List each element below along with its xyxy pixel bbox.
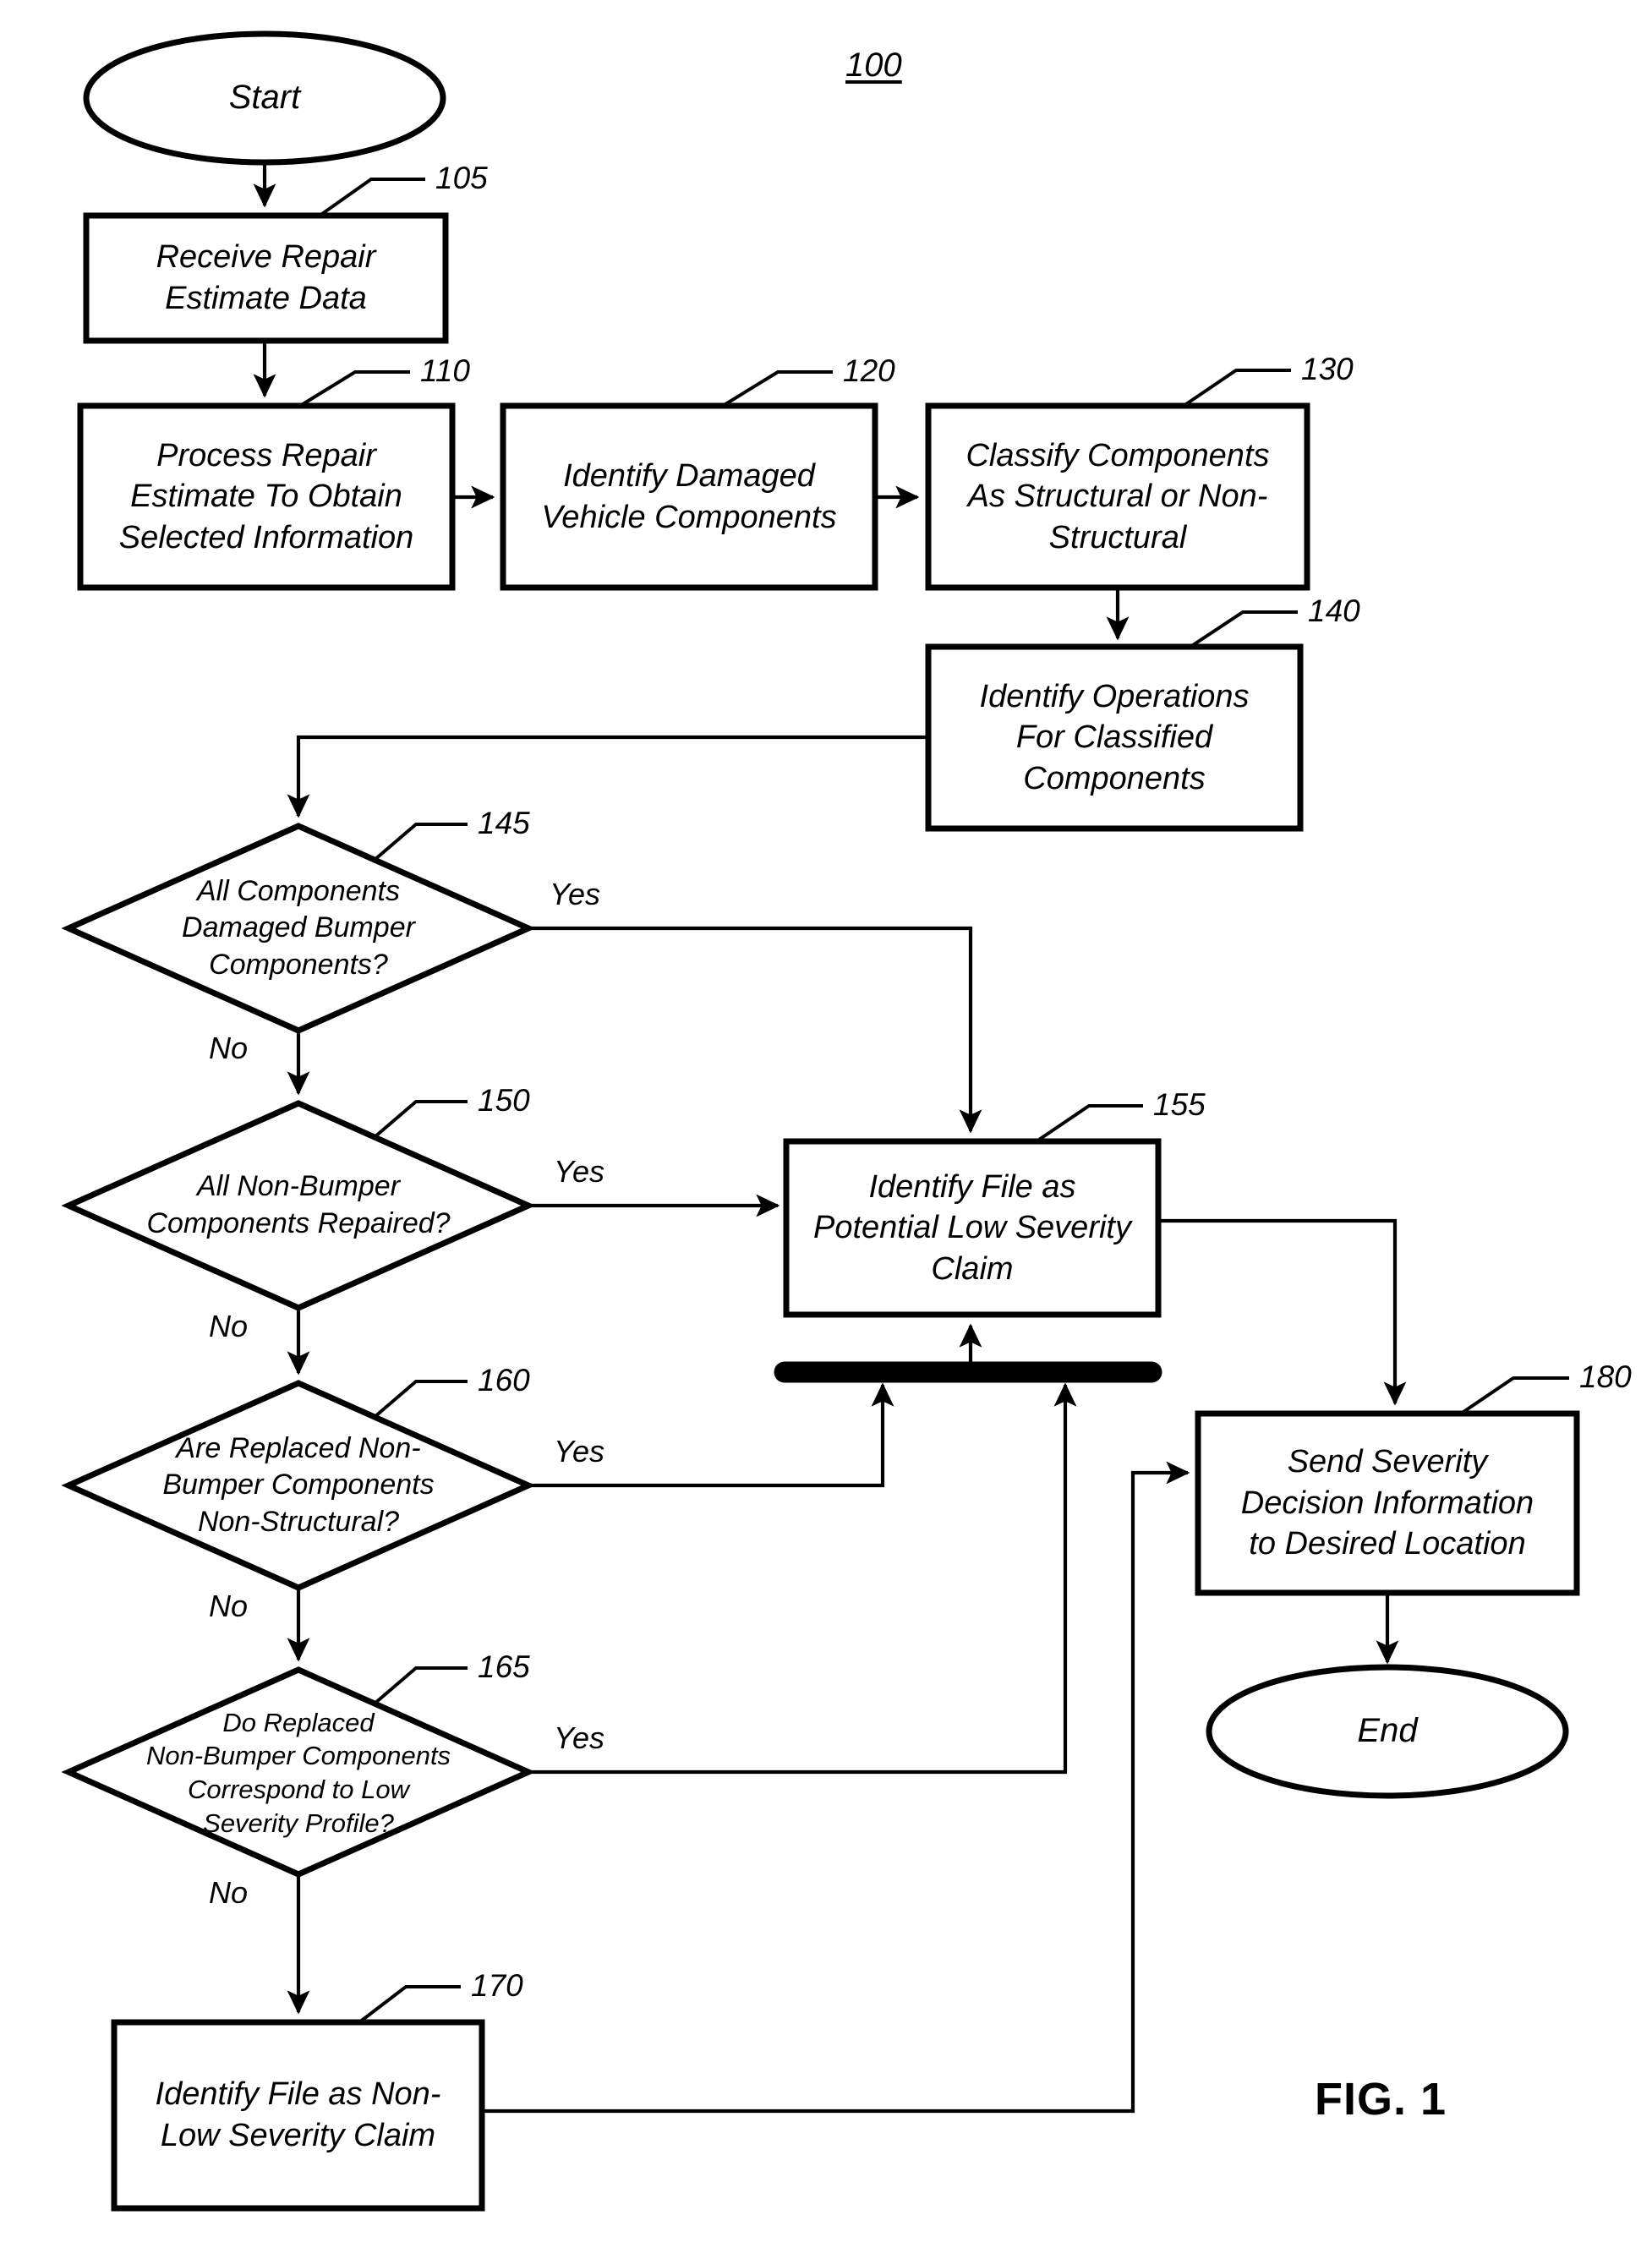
- node-130-shape: [925, 402, 1310, 591]
- leader-120: [721, 370, 833, 407]
- node-180-shape: [1195, 1410, 1580, 1596]
- edge-label-145-yes: Yes: [550, 877, 601, 911]
- node-165-shape: [61, 1666, 536, 1878]
- node-110-shape: [77, 402, 456, 591]
- ref-180: 180: [1579, 1359, 1632, 1394]
- leader-130: [1182, 369, 1291, 407]
- node-120-shape: [500, 402, 878, 591]
- ref-105: 105: [435, 161, 488, 195]
- edge-label-160-yes: Yes: [554, 1434, 605, 1469]
- ref-155: 155: [1153, 1087, 1206, 1122]
- leader-145: [373, 823, 468, 861]
- node-155-shape: [783, 1138, 1162, 1318]
- ref-145: 145: [478, 806, 530, 840]
- edge-label-145-no: No: [209, 1031, 249, 1065]
- edge-165-yes-to-junction: [528, 1382, 1077, 1775]
- ref-170: 170: [471, 1968, 523, 2003]
- ref-150: 150: [478, 1083, 530, 1118]
- edge-label-160-no: No: [209, 1589, 249, 1623]
- leader-150: [373, 1100, 468, 1139]
- edge-155-to-180: [1158, 1218, 1407, 1406]
- ref-120: 120: [843, 353, 895, 388]
- leader-180: [1459, 1376, 1569, 1415]
- node-170-shape: [111, 2019, 485, 2212]
- ref-140: 140: [1308, 593, 1360, 628]
- ref-130: 130: [1301, 352, 1354, 386]
- node-145-shape: [61, 823, 536, 1034]
- edge-140-to-145: [287, 735, 928, 818]
- leader-165: [373, 1666, 468, 1705]
- edge-label-150-no: No: [209, 1309, 249, 1343]
- node-105-shape: [83, 212, 449, 344]
- start-terminator-shape: [83, 30, 446, 166]
- figure-label: FIG. 1: [1315, 2074, 1447, 2125]
- edge-label-165-yes: Yes: [554, 1720, 605, 1755]
- edge-label-165-no: No: [209, 1875, 249, 1910]
- patent-figure-page: 100 Start Receive Repair Estimate Data 1…: [0, 0, 1652, 2259]
- node-160-shape: [61, 1380, 536, 1591]
- ref-110: 110: [420, 353, 470, 388]
- leader-140: [1189, 610, 1298, 648]
- ref-160: 160: [478, 1363, 530, 1398]
- edge-label-150-yes: Yes: [554, 1154, 605, 1189]
- node-140-shape: [925, 643, 1304, 832]
- leader-105: [318, 178, 425, 217]
- flowchart-canvas: [61, 30, 1580, 2212]
- node-150-shape: [61, 1100, 536, 1311]
- leader-155: [1035, 1104, 1143, 1143]
- edge-170-to-180: [482, 1461, 1190, 2114]
- leader-110: [298, 370, 410, 407]
- diagram-number-100: 100: [845, 46, 902, 84]
- leader-170: [358, 1985, 461, 2024]
- edge-145-yes-to-155: [528, 926, 982, 1134]
- leader-160: [373, 1380, 468, 1419]
- ref-165: 165: [478, 1649, 530, 1684]
- end-terminator-shape: [1206, 1664, 1569, 1799]
